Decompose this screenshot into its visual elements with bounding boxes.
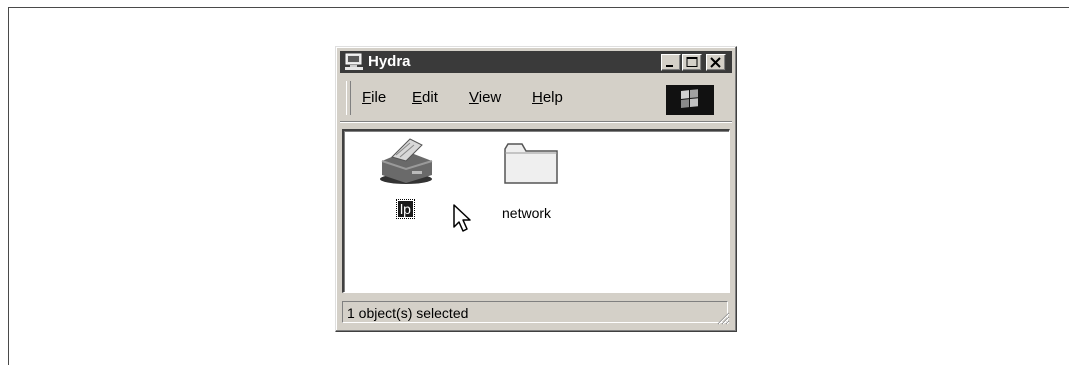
mouse-cursor-icon — [453, 204, 471, 232]
menu-separator — [340, 121, 732, 123]
close-icon — [710, 57, 721, 68]
minimize-button[interactable] — [661, 54, 681, 71]
close-button[interactable] — [706, 54, 726, 71]
status-text: 1 object(s) selected — [347, 305, 469, 321]
computer-icon[interactable] — [344, 53, 364, 71]
status-bar: 1 object(s) selected — [340, 299, 732, 327]
minimize-icon — [666, 65, 673, 67]
windows-logo-icon — [666, 85, 714, 115]
file-item-lp[interactable]: lp — [372, 135, 442, 225]
figure-border-top — [8, 7, 1069, 8]
printer-icon — [380, 138, 433, 184]
menu-edit[interactable]: Edit — [412, 89, 438, 107]
file-item-network[interactable]: network — [484, 135, 574, 225]
explorer-window: Hydra File Edit View Help lp network 1 o… — [335, 46, 737, 332]
folder-content-pane[interactable]: lp network — [342, 129, 730, 293]
maximize-button[interactable] — [682, 54, 702, 71]
figure-border-left — [8, 7, 9, 365]
maximize-icon — [686, 57, 698, 67]
menu-help[interactable]: Help — [532, 89, 563, 107]
resize-grip-icon[interactable] — [714, 309, 730, 325]
file-label-network: network — [502, 205, 552, 221]
file-label-lp: lp — [396, 199, 415, 219]
menu-view[interactable]: View — [469, 89, 501, 107]
window-title: Hydra — [368, 53, 411, 70]
title-bar[interactable]: Hydra — [340, 51, 732, 73]
folder-icon — [504, 143, 558, 184]
menu-file[interactable]: File — [362, 89, 386, 107]
menu-bar: File Edit View Help — [340, 77, 732, 119]
status-panel: 1 object(s) selected — [342, 301, 728, 323]
toolbar-grip[interactable] — [346, 81, 351, 115]
